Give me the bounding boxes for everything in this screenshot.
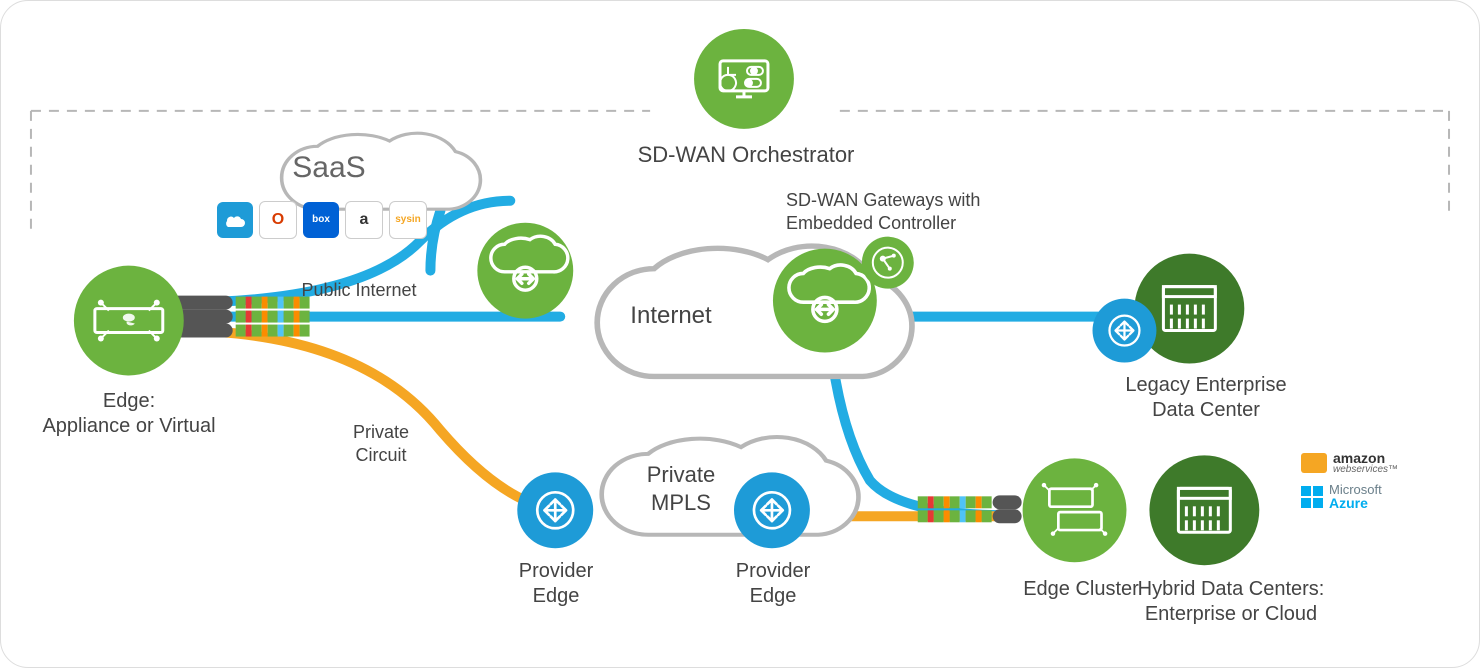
edge-cluster-node — [1023, 458, 1127, 562]
aws-icon — [1301, 453, 1327, 473]
saas-icon-row: Oboxasysin — [217, 201, 427, 239]
provider-edge-right-label: Provider Edge — [713, 559, 833, 609]
provider-edge-left-label: Provider Edge — [496, 559, 616, 609]
internet-hub-node — [477, 223, 573, 319]
saas-icon-office: O — [259, 201, 297, 239]
saas-icon-salesforce — [217, 202, 253, 238]
provider-edge-left-node — [517, 472, 593, 548]
internet-label: Internet — [601, 301, 741, 331]
diagram-canvas: SD-WAN Orchestrator SaaS Internet Privat… — [0, 0, 1480, 668]
hybrid-dc-node — [1149, 455, 1259, 565]
legacy-dc-label: Legacy Enterprise Data Center — [1091, 373, 1321, 423]
cloud-vendor-badges: amazon webservices™ Microsoft Azure — [1301, 451, 1398, 510]
orchestrator-label: SD-WAN Orchestrator — [601, 141, 891, 169]
saas-icon-box: box — [303, 202, 339, 238]
public-internet-label: Public Internet — [279, 279, 439, 302]
edge-node — [74, 266, 184, 376]
edge-label: Edge: Appliance or Virtual — [19, 389, 239, 439]
saas-icon-aws: a — [345, 201, 383, 239]
aws-line1: amazon — [1333, 451, 1398, 465]
aws-line2: webservices™ — [1333, 465, 1398, 475]
legacy-dc-node — [1093, 254, 1245, 364]
hybrid-dc-label: Hybrid Data Centers: Enterprise or Cloud — [1121, 577, 1341, 627]
azure-icon — [1301, 486, 1323, 508]
azure-badge: Microsoft Azure — [1301, 483, 1382, 510]
azure-line2: Azure — [1329, 496, 1382, 510]
aws-badge: amazon webservices™ — [1301, 451, 1398, 475]
orchestrator-node — [694, 29, 794, 129]
saas-label: SaaS — [269, 149, 389, 187]
private-circuit-label: Private Circuit — [321, 421, 441, 466]
private-mpls-label: Private MPLS — [611, 461, 751, 516]
saas-icon-sysin: sysin — [389, 201, 427, 239]
gateways-label: SD-WAN Gateways with Embedded Controller — [786, 189, 1046, 234]
